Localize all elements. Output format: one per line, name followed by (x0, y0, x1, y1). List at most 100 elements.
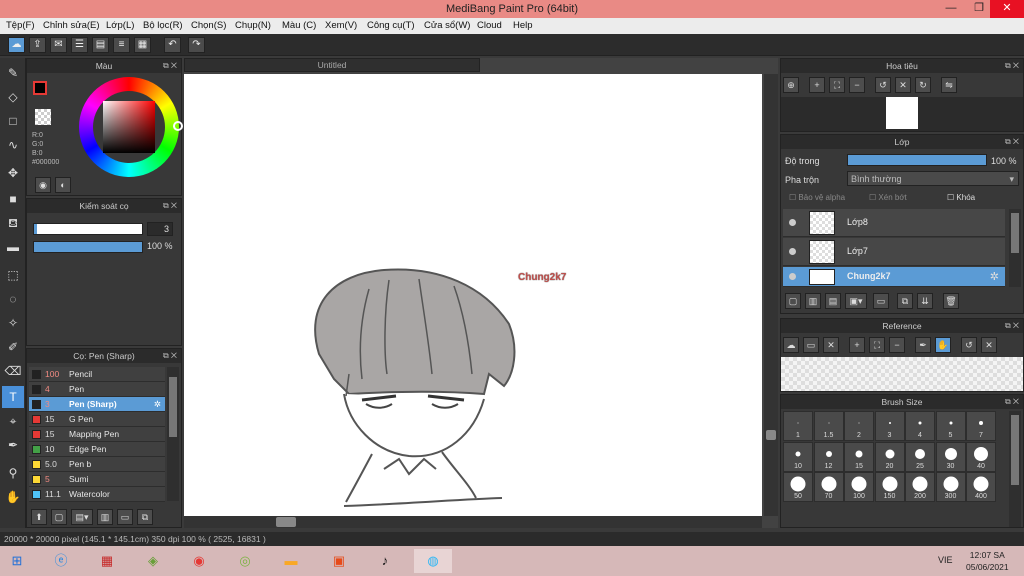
panel-close-icon[interactable]: ⧉ ✕ (1005, 319, 1019, 333)
bucket-tool-icon[interactable]: ⛾ (2, 212, 24, 234)
select-pen-tool-icon[interactable]: ✐ (2, 336, 24, 358)
bluestacks-icon[interactable]: ◈ (140, 549, 166, 573)
hand-tool-icon[interactable]: ✋ (2, 486, 24, 508)
brush-size-option[interactable]: 12 (813, 441, 844, 472)
reference-zoom-in-icon[interactable]: + (849, 337, 865, 353)
windows-start-icon[interactable]: ⊞ (4, 549, 30, 573)
brush-item-pencil[interactable]: 100 Pencil (29, 367, 165, 382)
menu-help[interactable]: Help (513, 20, 533, 31)
list-icon[interactable]: ≡ (113, 37, 130, 53)
chrome-icon[interactable]: ◉ (186, 549, 212, 573)
panel-close-icon[interactable]: ⧉ ✕ (163, 59, 177, 73)
clock[interactable]: 12:07 SA 05/06/2021 (966, 549, 1009, 573)
menu-view[interactable]: Xem(V) (325, 20, 357, 31)
powerpoint-icon[interactable]: ▣ (326, 549, 352, 573)
share-icon[interactable]: ⇪ (29, 37, 46, 53)
brush-item-pen-b[interactable]: 5.0 Pen b (29, 457, 165, 472)
protect-alpha-checkbox[interactable]: ☐ Bảo vệ alpha (789, 193, 845, 202)
reference-fit-icon[interactable]: ⛶ (869, 337, 885, 353)
brush-size-option[interactable]: 15 (844, 441, 874, 472)
brush-size-option[interactable]: 1.5 (813, 411, 844, 441)
reference-close-icon[interactable]: ✕ (823, 337, 839, 353)
zoom-out-icon[interactable]: − (849, 77, 865, 93)
layer-folder-icon[interactable]: ▭ (873, 293, 889, 309)
lock-checkbox[interactable]: ☐ Khóa (947, 193, 975, 202)
layer-settings-gear-icon[interactable]: ✲ (990, 270, 999, 283)
add-brush-icon[interactable]: ⬆ (31, 509, 47, 525)
coccoc-icon[interactable]: ◎ (232, 549, 258, 573)
new-brush-icon[interactable]: ▢ (51, 509, 67, 525)
brush-size-option[interactable]: 1 (783, 411, 813, 441)
foreground-color-swatch[interactable] (33, 81, 47, 95)
tiktok-icon[interactable]: ♪ (372, 549, 398, 573)
new-halftone-layer-icon[interactable]: ▥ (805, 293, 821, 309)
brush-size-scrollbar[interactable] (1009, 411, 1021, 527)
brush-size-option[interactable]: 4 (905, 411, 935, 441)
reference-rotate-icon[interactable]: ↺ (961, 337, 977, 353)
internet-explorer-icon[interactable]: ⓔ (48, 549, 74, 573)
menu-edit[interactable]: Chỉnh sửa(E) (43, 20, 100, 31)
undo-icon[interactable]: ↶ (164, 37, 181, 53)
menu-layer[interactable]: Lớp(L) (106, 20, 134, 31)
panel-close-icon[interactable]: ⧉ ✕ (1005, 59, 1019, 73)
panel-close-icon[interactable]: ⧉ ✕ (1005, 395, 1019, 409)
blend-mode-select[interactable]: Bình thường ▾ (847, 171, 1019, 186)
panel-close-icon[interactable]: ⧉ ✕ (1005, 135, 1019, 149)
brush-size-option[interactable]: 3 (874, 411, 905, 441)
layer-row-text[interactable]: Chung2k7 ✲ (783, 267, 1005, 287)
canvas-horizontal-scrollbar[interactable] (184, 516, 762, 528)
menu-file[interactable]: Tệp(F) (6, 20, 35, 31)
brush-duplicate-icon[interactable]: ⧉ (137, 509, 153, 525)
dropper-tool-icon[interactable]: ✒ (2, 434, 24, 456)
rotate-right-icon[interactable]: ↻ (915, 77, 931, 93)
brush-size-option[interactable]: 300 (935, 472, 966, 502)
flip-icon[interactable]: ⇋ (941, 77, 957, 93)
brush-size-option[interactable]: 40 (966, 441, 996, 472)
brush-list-scrollbar[interactable] (167, 367, 179, 501)
brush-item-edge-pen[interactable]: 10 Edge Pen (29, 442, 165, 457)
medibang-taskbar-icon[interactable]: ◍ (414, 549, 452, 573)
brush-size-option[interactable]: 30 (935, 441, 966, 472)
select-rect-tool-icon[interactable]: ⬚ (2, 264, 24, 286)
reference-zoom-out-icon[interactable]: − (889, 337, 905, 353)
brush-folder-icon[interactable]: ▭ (117, 509, 133, 525)
brush-size-option[interactable]: 400 (966, 472, 996, 502)
operation-tool-icon[interactable]: ⌖ (2, 410, 24, 432)
brush-size-option[interactable]: 50 (783, 472, 813, 502)
brush-menu-icon[interactable]: ▤▾ (71, 509, 93, 525)
menu-color[interactable]: Màu (C) (282, 20, 316, 31)
visibility-eye-icon[interactable] (789, 248, 796, 255)
brush-opacity-slider[interactable] (33, 241, 143, 253)
reference-cloud-icon[interactable]: ☁ (783, 337, 799, 353)
layer-row-7[interactable]: Lớp7 (783, 238, 1005, 266)
drawing-canvas[interactable]: Chung2k7 (184, 74, 762, 516)
input-language[interactable]: VIE (938, 555, 953, 565)
document-icon[interactable]: ▤ (92, 37, 109, 53)
panel-close-icon[interactable]: ⧉ ✕ (163, 199, 177, 213)
zoom-in-icon[interactable]: + (809, 77, 825, 93)
reference-open-icon[interactable]: ▭ (803, 337, 819, 353)
merge-layer-icon[interactable]: ⇊ (917, 293, 933, 309)
brush-size-value[interactable]: 3 (147, 222, 173, 236)
brush-item-watercolor[interactable]: 11.1 Watercolor (29, 487, 165, 502)
select-eraser-tool-icon[interactable]: ⌫ (2, 360, 24, 382)
brush-size-option[interactable]: 10 (783, 441, 813, 472)
menu-select[interactable]: Chọn(S) (191, 20, 226, 31)
gradient-tool-icon[interactable]: ▬ (2, 236, 24, 258)
brush-size-slider[interactable] (33, 223, 143, 235)
transparent-swatch[interactable] (35, 109, 51, 125)
brush-item-pen-sharp[interactable]: 3 Pen (Sharp) ✲ (29, 397, 165, 412)
grid-icon[interactable]: ▦ (134, 37, 151, 53)
app-grid-icon[interactable]: ▦ (94, 549, 120, 573)
delete-layer-icon[interactable]: 🗑 (943, 293, 959, 309)
brush-settings-gear-icon[interactable]: ✲ (154, 397, 161, 412)
panel-close-icon[interactable]: ⧉ ✕ (163, 349, 177, 363)
brush-size-option[interactable]: 7 (966, 411, 996, 441)
magic-wand-tool-icon[interactable]: ✧ (2, 312, 24, 334)
zoom-fit-icon[interactable]: ⊕ (783, 77, 799, 93)
visibility-eye-icon[interactable] (789, 273, 796, 280)
brush-size-option[interactable]: 70 (813, 472, 844, 502)
menu-capture[interactable]: Chụp(N) (235, 20, 271, 31)
curve-tool-icon[interactable]: ∿ (2, 134, 24, 156)
reference-preview[interactable] (781, 357, 1023, 391)
